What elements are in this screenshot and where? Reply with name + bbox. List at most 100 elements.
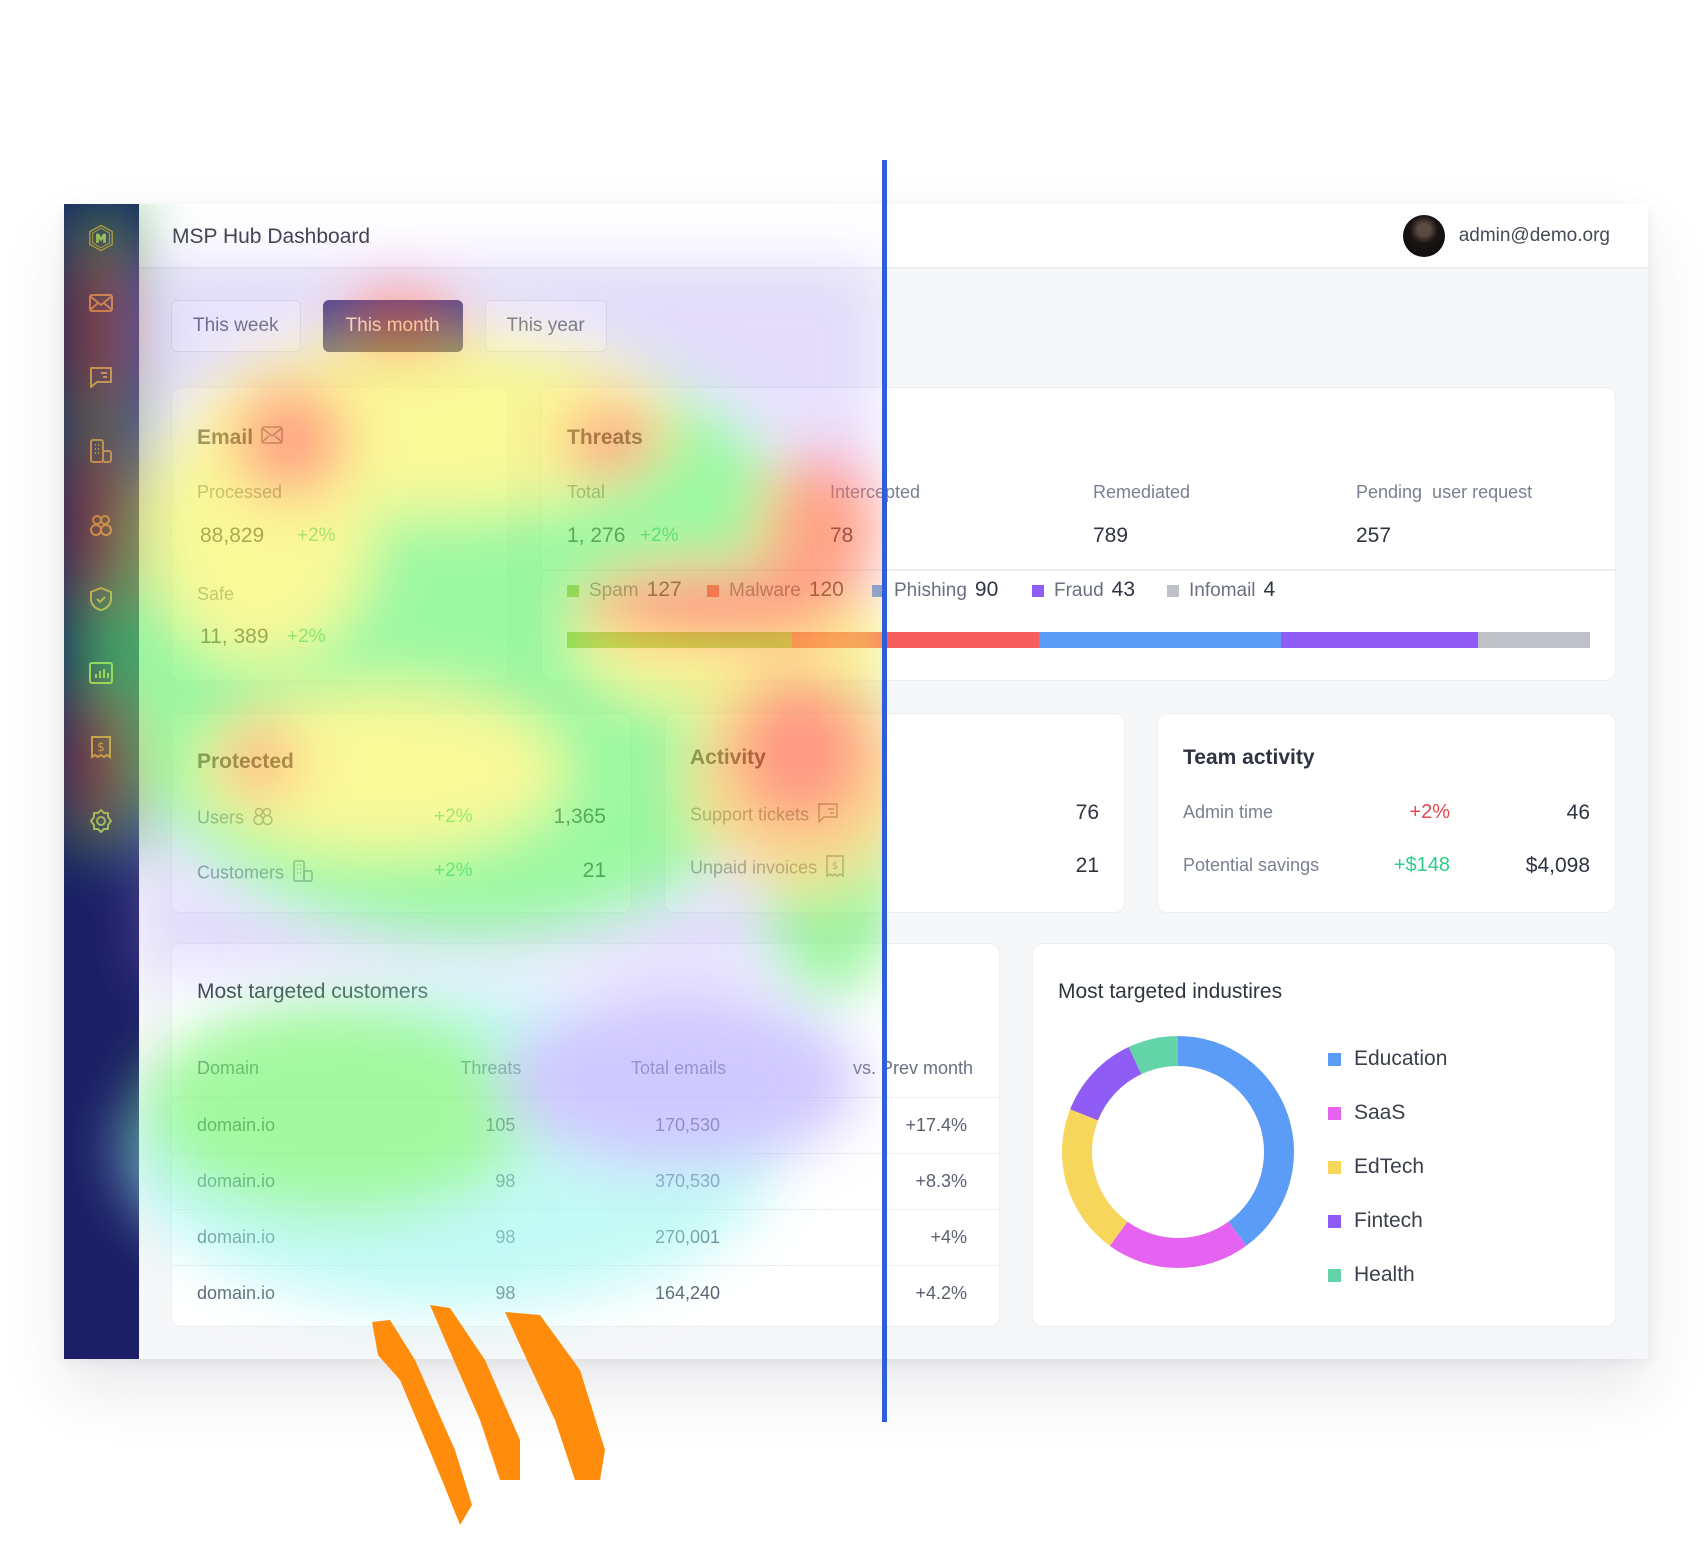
shield-check-icon: [87, 585, 115, 618]
legend-label: Fintech: [1354, 1209, 1423, 1232]
legend-value: 90: [974, 578, 999, 601]
admin-time-change: +2%: [1409, 801, 1450, 823]
sidebar: $: [64, 204, 139, 1359]
sidebar-item-users[interactable]: [84, 510, 118, 544]
cell-change: +4.2%: [752, 1265, 999, 1321]
cell-domain[interactable]: domain.io: [172, 1209, 401, 1266]
protected-card-title: Protected: [197, 750, 294, 773]
mail-icon: [261, 426, 283, 450]
legend-label: Phishing: [894, 580, 967, 601]
users-value: 1,365: [553, 805, 606, 828]
chart-legend: Education SaaS EdTech Fintech Health: [1328, 1032, 1447, 1302]
col-domain[interactable]: Domain: [172, 1039, 400, 1098]
donut-slice-saas[interactable]: [1109, 1221, 1247, 1268]
legend-item-fintech: Fintech: [1328, 1194, 1447, 1248]
targeted-customers-card: Most targeted customers Domain Threats T…: [171, 943, 1000, 1327]
sidebar-item-security[interactable]: [84, 584, 118, 618]
team-activity-card: Team activity Admin time +2% 46 Potentia…: [1157, 713, 1616, 913]
invoice-icon: $: [825, 855, 845, 882]
legend-swatch: [1328, 1214, 1341, 1228]
legend-swatch: [1032, 584, 1044, 597]
legend-swatch: [1167, 584, 1179, 597]
table-row[interactable]: domain.io 105 170,530 +17.4%: [172, 1097, 999, 1154]
remediated-value: 789: [1093, 524, 1129, 547]
cell-total-emails: 170,530: [547, 1097, 753, 1154]
threats-divider: [542, 569, 1615, 571]
cell-domain[interactable]: domain.io: [172, 1097, 401, 1154]
potential-savings-label: Potential savings: [1183, 855, 1320, 875]
logo-icon[interactable]: [81, 218, 121, 258]
safe-value: 11, 389: [200, 625, 269, 648]
legend-item-edtech: EdTech: [1328, 1140, 1447, 1194]
col-total-emails[interactable]: Total emails: [547, 1039, 752, 1098]
pending-value: 257: [1356, 524, 1392, 547]
customers-label: Customers: [197, 860, 314, 887]
support-tickets-value: 76: [1075, 801, 1099, 824]
email-card: Email Processed 88,829 +2% Safe 11, 389 …: [171, 387, 509, 681]
invoice-icon: $: [87, 733, 115, 766]
sidebar-item-messages[interactable]: [84, 362, 118, 396]
users-icon: [87, 511, 115, 544]
sidebar-item-email[interactable]: [84, 288, 118, 322]
sidebar-item-reports[interactable]: [84, 658, 118, 692]
activity-card-title: Activity: [690, 746, 766, 769]
cell-threats: 98: [400, 1153, 548, 1210]
cell-domain[interactable]: domain.io: [172, 1153, 401, 1210]
cell-change: +4%: [752, 1209, 999, 1266]
legend-item-saas: SaaS: [1328, 1086, 1447, 1140]
col-vs-prev-month[interactable]: vs. Prev month: [752, 1039, 999, 1098]
donut-slice-edtech[interactable]: [1062, 1109, 1128, 1246]
legend-item-phishing: Phishing 90: [872, 578, 998, 602]
legend-label: Infomail: [1189, 580, 1256, 601]
cell-threats: 98: [400, 1209, 548, 1266]
tab-this-month[interactable]: This month: [322, 300, 463, 352]
targeted-customers-title: Most targeted customers: [197, 980, 429, 1003]
sidebar-item-settings[interactable]: [84, 806, 118, 840]
support-tickets-label: Support tickets: [690, 802, 839, 829]
legend-item-education: Education: [1328, 1032, 1447, 1086]
legend-label: Malware: [729, 580, 801, 601]
legend-value: 4: [1263, 578, 1276, 601]
cell-threats: 105: [400, 1097, 548, 1154]
legend-item-malware: Malware 120: [707, 578, 844, 602]
bar-segment-infomail: [1477, 632, 1590, 648]
intercepted-label: Intercepted: [830, 482, 921, 502]
legend-item-health: Health: [1328, 1248, 1447, 1302]
pending-label: Pending user request: [1356, 482, 1533, 502]
legend-label: Education: [1354, 1047, 1448, 1070]
sidebar-item-billing[interactable]: $: [84, 732, 118, 766]
mail-icon: [87, 289, 115, 322]
chat-icon: [817, 802, 839, 829]
threats-total-change: +2%: [640, 525, 679, 546]
donut-slice-education[interactable]: [1178, 1036, 1294, 1246]
bar-segment-phishing: [1039, 632, 1281, 648]
threat-breakdown-bar: [567, 632, 1590, 648]
avatar[interactable]: [1402, 215, 1445, 257]
sidebar-item-customers[interactable]: [84, 436, 118, 470]
legend-swatch: [1328, 1160, 1341, 1174]
bar-segment-fraud: [1280, 632, 1478, 648]
tab-this-week[interactable]: This week: [171, 300, 301, 352]
safe-change: +2%: [287, 626, 326, 647]
page-title: MSP Hub Dashboard: [172, 225, 371, 248]
team-activity-title: Team activity: [1183, 746, 1315, 769]
legend-item-spam: Spam 127: [567, 578, 682, 602]
processed-value: 88,829: [200, 524, 265, 547]
protected-card: Protected Users +2% 1,365 Customers +2% …: [171, 713, 632, 913]
table-row[interactable]: domain.io 98 270,001 +4%: [172, 1209, 999, 1266]
user-menu[interactable]: admin@demo.org: [1402, 215, 1610, 257]
unpaid-invoices-value: 21: [1075, 854, 1099, 877]
table-row[interactable]: domain.io 98 370,530 +8.3%: [172, 1153, 999, 1210]
admin-time-label: Admin time: [1183, 802, 1274, 822]
users-label: Users: [197, 806, 274, 831]
donut-slice-fintech[interactable]: [1070, 1047, 1142, 1121]
dashboard-window: $ MSP Hub Dashboard admin@demo.org This …: [64, 204, 1648, 1359]
threats-card-title: Threats: [567, 426, 643, 449]
tab-this-year[interactable]: This year: [484, 300, 607, 352]
col-threats[interactable]: Threats: [400, 1039, 547, 1098]
legend-label: Health: [1354, 1263, 1415, 1286]
comparison-divider-handle[interactable]: [882, 160, 887, 1422]
cell-total-emails: 370,530: [547, 1153, 753, 1210]
targeted-customers-table: Domain Threats Total emails vs. Prev mon…: [172, 1039, 999, 1321]
legend-value: 120: [808, 578, 844, 601]
